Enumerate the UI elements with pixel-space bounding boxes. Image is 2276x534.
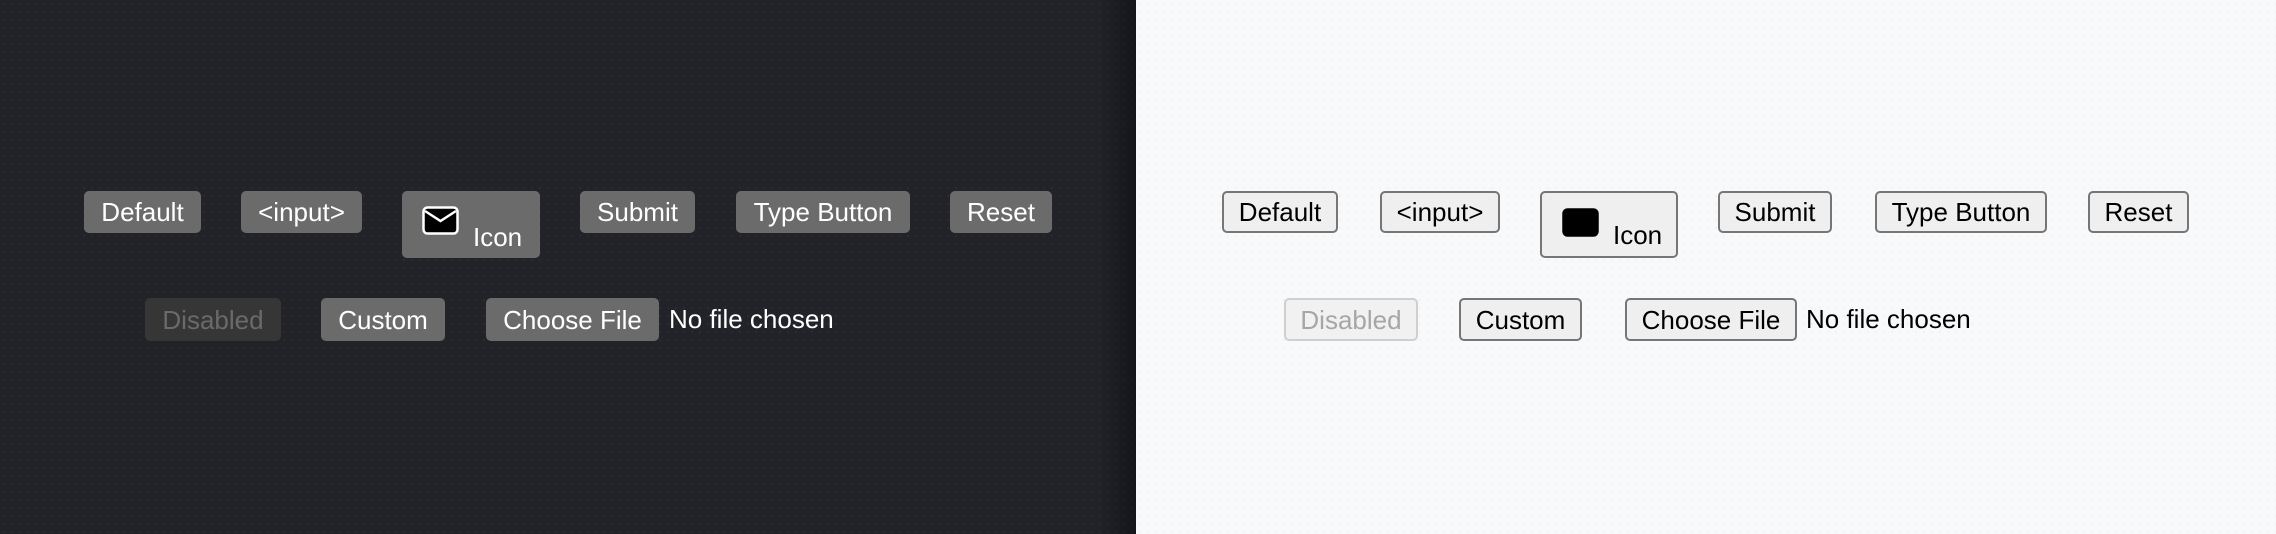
- light-theme-panel: Default <input> Icon Submit Type Button …: [1136, 0, 2276, 534]
- icon-button-label: Icon: [473, 222, 523, 252]
- custom-button[interactable]: Custom: [321, 298, 445, 341]
- choose-file-button[interactable]: Choose File: [486, 298, 659, 341]
- type-button[interactable]: Type Button: [736, 191, 910, 233]
- file-status-label: No file chosen: [669, 304, 834, 334]
- type-button[interactable]: Type Button: [1875, 191, 2047, 233]
- icon-button[interactable]: Icon: [402, 191, 540, 258]
- default-button[interactable]: Default: [84, 191, 201, 233]
- envelope-icon: [422, 206, 459, 235]
- submit-button[interactable]: Submit: [1718, 191, 1832, 233]
- envelope-icon: [1562, 208, 1599, 237]
- input-button[interactable]: <input>: [241, 191, 362, 233]
- file-status-label: No file chosen: [1806, 304, 1971, 334]
- reset-button[interactable]: Reset: [950, 191, 1052, 233]
- custom-button[interactable]: Custom: [1459, 298, 1582, 341]
- icon-button-label: Icon: [1613, 220, 1663, 250]
- input-button[interactable]: <input>: [1380, 191, 1500, 233]
- choose-file-button[interactable]: Choose File: [1625, 298, 1797, 341]
- default-button[interactable]: Default: [1222, 191, 1338, 233]
- disabled-button: Disabled: [145, 298, 281, 341]
- icon-button[interactable]: Icon: [1540, 191, 1678, 258]
- reset-button[interactable]: Reset: [2088, 191, 2189, 233]
- disabled-button: Disabled: [1284, 298, 1418, 341]
- submit-button[interactable]: Submit: [580, 191, 695, 233]
- dark-theme-panel: Default <input> Icon Submit Type Button …: [0, 0, 1136, 534]
